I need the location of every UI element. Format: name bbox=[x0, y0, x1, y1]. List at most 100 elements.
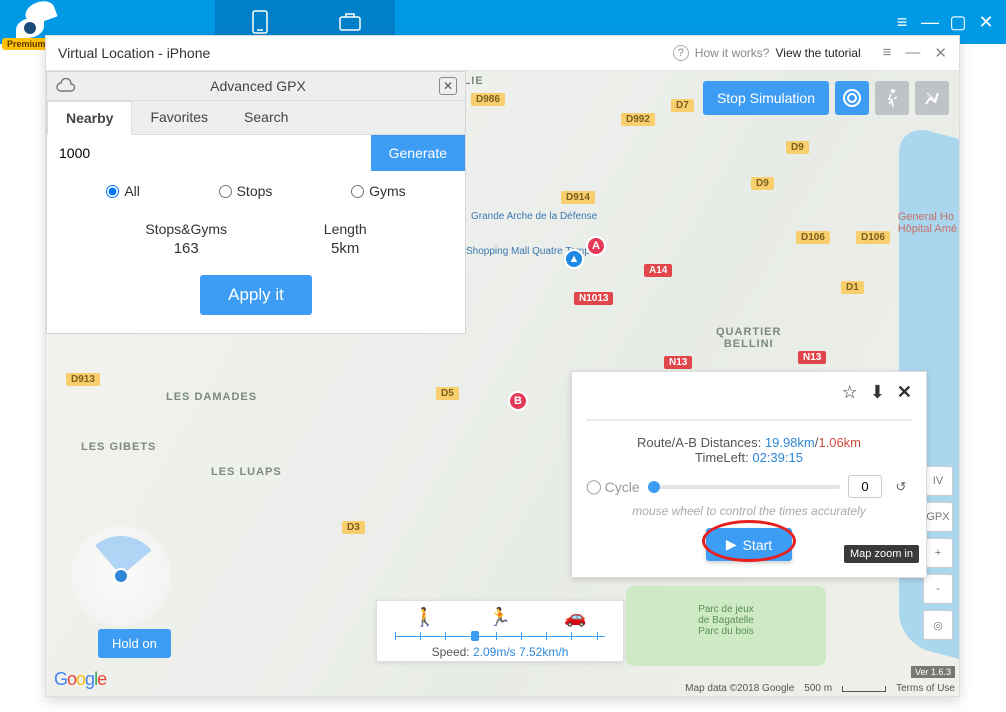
road-d106a: D106 bbox=[796, 231, 830, 244]
road-n13a: N13 bbox=[664, 356, 692, 369]
label-quartier-bellini: QUARTIER BELLINI bbox=[716, 326, 781, 350]
gpx-head: Advanced GPX ✕ bbox=[47, 72, 465, 101]
favorite-icon[interactable]: ☆ bbox=[842, 382, 858, 403]
radio-all[interactable]: All bbox=[106, 183, 140, 199]
cycle-label: ◯Cycle bbox=[586, 478, 640, 495]
recenter-button[interactable]: ◎ bbox=[923, 610, 953, 640]
tab-favorites[interactable]: Favorites bbox=[132, 101, 226, 134]
road-n13b: N13 bbox=[798, 351, 826, 364]
cycle-row: ◯Cycle ↺ bbox=[586, 475, 912, 498]
road-d914: D914 bbox=[561, 191, 595, 204]
route-close-icon[interactable]: ✕ bbox=[897, 382, 912, 403]
map-scale-label: 500 m bbox=[804, 683, 832, 694]
map-pin-current: ▲ bbox=[564, 249, 584, 269]
gpx-body: Generate All Stops Gyms Stops&Gyms 163 L… bbox=[47, 135, 465, 333]
stop-simulation-button[interactable]: Stop Simulation bbox=[703, 81, 829, 115]
iv-button[interactable]: IV bbox=[923, 466, 953, 496]
label-les-gibets: LES GIBETS bbox=[81, 441, 156, 453]
road-d7: D7 bbox=[671, 99, 694, 112]
route-card-actions: ☆ ⬇ ✕ bbox=[586, 382, 912, 403]
app-close-icon[interactable]: ✕ bbox=[972, 0, 1000, 44]
premium-badge: Premium bbox=[2, 38, 51, 50]
cycle-slider[interactable] bbox=[648, 485, 840, 489]
road-n1013: N1013 bbox=[574, 292, 613, 305]
road-d9b: D9 bbox=[751, 177, 774, 190]
tab-search[interactable]: Search bbox=[226, 101, 306, 134]
route-mode-icon[interactable] bbox=[915, 81, 949, 115]
radio-stops[interactable]: Stops bbox=[219, 183, 273, 199]
road-d913a: D913 bbox=[66, 373, 100, 386]
virtual-location-window: Virtual Location - iPhone ? How it works… bbox=[45, 35, 960, 697]
poi-grande-arche: Grande Arche de la Défense bbox=[471, 211, 597, 222]
gpx-panel: Advanced GPX ✕ Nearby Favorites Search G… bbox=[46, 71, 466, 334]
cycle-hint: mouse wheel to control the times accurat… bbox=[586, 504, 912, 518]
version-badge: Ver 1.6.3 bbox=[911, 666, 955, 678]
walk-mode-icon[interactable] bbox=[875, 81, 909, 115]
vl-close-icon[interactable]: ✕ bbox=[934, 44, 947, 62]
vl-minimize-icon[interactable]: — bbox=[905, 44, 920, 62]
route-progress-line bbox=[586, 419, 912, 421]
vl-titlebar: Virtual Location - iPhone ? How it works… bbox=[46, 36, 959, 71]
gpx-stats: Stops&Gyms 163 Length 5km bbox=[47, 211, 465, 275]
cycle-input[interactable] bbox=[848, 475, 882, 498]
speed-card: 🚶 🏃 🚗 Speed: 2.09m/s 7.52km/h bbox=[376, 600, 624, 662]
generate-button[interactable]: Generate bbox=[371, 135, 465, 171]
road-d106b: D106 bbox=[856, 231, 890, 244]
label-les-damades: LES DAMADES bbox=[166, 391, 257, 403]
vl-help-area: ? How it works? View the tutorial ≡ — ✕ bbox=[673, 44, 947, 62]
start-button[interactable]: ▶ Start bbox=[706, 528, 792, 561]
filter-radios: All Stops Gyms bbox=[47, 171, 465, 211]
stopsgyms-label: Stops&Gyms bbox=[145, 221, 227, 237]
radio-gyms[interactable]: Gyms bbox=[351, 183, 406, 199]
help-text: How it works? bbox=[695, 46, 770, 60]
length-value: 5km bbox=[324, 240, 367, 257]
route-distances: Route/A-B Distances: 19.98km/1.06km bbox=[586, 435, 912, 450]
park-label: Parc de jeux de Bagatelle Parc du bois bbox=[626, 586, 826, 637]
tutorial-link[interactable]: View the tutorial bbox=[775, 46, 860, 60]
speed-readout: Speed: 2.09m/s 7.52km/h bbox=[387, 645, 613, 659]
map-terms-link[interactable]: Terms of Use bbox=[896, 683, 955, 694]
map-pin-b: B bbox=[508, 391, 528, 411]
speed-slider[interactable] bbox=[395, 630, 605, 642]
road-a14: A14 bbox=[644, 264, 672, 277]
map-pin-a: A bbox=[586, 236, 606, 256]
road-d3: D3 bbox=[342, 521, 365, 534]
vl-menu-icon[interactable]: ≡ bbox=[883, 44, 892, 62]
apply-button[interactable]: Apply it bbox=[200, 275, 312, 315]
walk-icon[interactable]: 🚶 bbox=[413, 607, 435, 628]
vl-body: Parc de jeux de Bagatelle Parc du bois L… bbox=[46, 71, 959, 696]
label-hospital: General Ho Hôpital Amé bbox=[898, 211, 957, 235]
gpx-button[interactable]: GPX bbox=[923, 502, 953, 532]
gpx-tabs: Nearby Favorites Search bbox=[47, 101, 465, 135]
road-d9a: D9 bbox=[786, 141, 809, 154]
center-location-icon[interactable] bbox=[835, 81, 869, 115]
map-park: Parc de jeux de Bagatelle Parc du bois bbox=[626, 586, 826, 666]
route-timeleft: TimeLeft: 02:39:15 bbox=[586, 450, 912, 465]
vl-window-controls: ≡ — ✕ bbox=[883, 44, 947, 62]
tab-nearby[interactable]: Nearby bbox=[47, 101, 132, 135]
road-d992: D992 bbox=[621, 113, 655, 126]
gpx-title: Advanced GPX bbox=[77, 78, 439, 94]
cycle-ab-icon[interactable]: ↺ bbox=[890, 479, 912, 495]
google-logo: Google bbox=[54, 669, 106, 690]
road-d986: D986 bbox=[471, 93, 505, 106]
cloud-icon bbox=[55, 78, 77, 94]
run-icon[interactable]: 🏃 bbox=[489, 607, 511, 628]
help-icon[interactable]: ? bbox=[673, 45, 689, 61]
label-les-luaps: LES LUAPS bbox=[211, 466, 282, 478]
zoom-out-button[interactable]: - bbox=[923, 574, 953, 604]
length-label: Length bbox=[324, 221, 367, 237]
hold-on-button[interactable]: Hold on bbox=[98, 629, 171, 658]
download-icon[interactable]: ⬇ bbox=[870, 382, 885, 403]
map-footer: Map data ©2018 Google 500 m Terms of Use bbox=[685, 683, 955, 694]
road-d5: D5 bbox=[436, 387, 459, 400]
zoom-in-tooltip: Map zoom in bbox=[844, 545, 919, 563]
zoom-in-button[interactable]: + bbox=[923, 538, 953, 568]
direction-radar[interactable] bbox=[71, 526, 171, 626]
stopsgyms-value: 163 bbox=[145, 240, 227, 257]
right-toolbox: IV GPX + - ◎ bbox=[923, 466, 953, 640]
radius-input[interactable] bbox=[47, 135, 371, 171]
top-controls: Stop Simulation bbox=[703, 81, 949, 115]
car-icon[interactable]: 🚗 bbox=[564, 607, 586, 628]
gpx-close-icon[interactable]: ✕ bbox=[439, 77, 457, 95]
